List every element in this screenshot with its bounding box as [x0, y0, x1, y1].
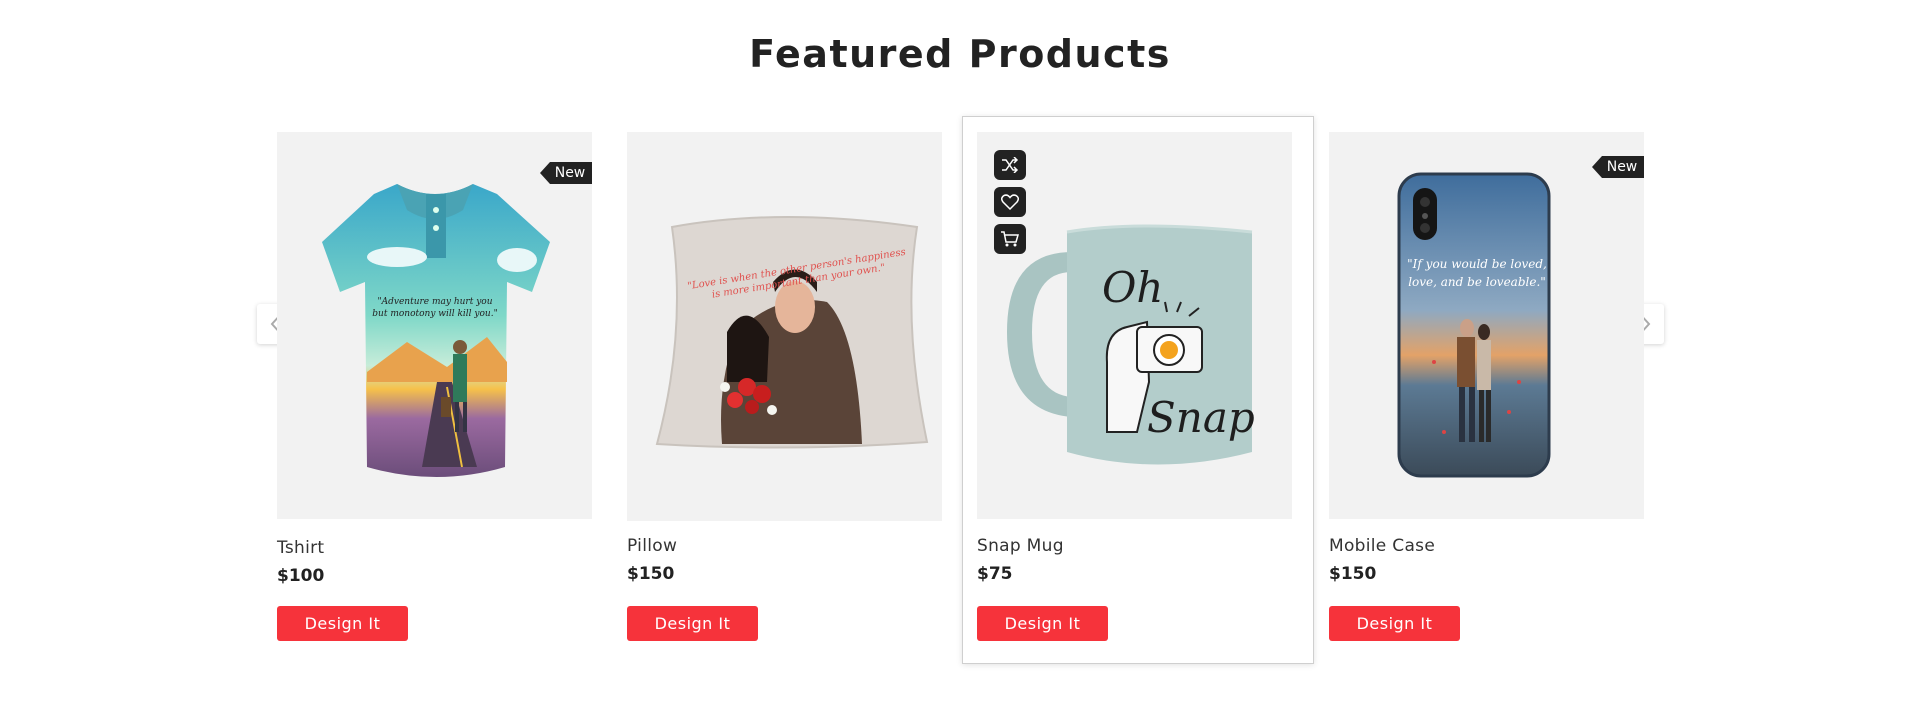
design-it-button[interactable]: Design It	[277, 606, 408, 641]
pillow-image: "Love is when the other person's happine…	[655, 216, 929, 449]
mobile-case-image: "If you would be loved, love, and be lov…	[1397, 172, 1551, 478]
product-image-tshirt[interactable]: "Adventure may hurt you but monotony wil…	[277, 132, 592, 519]
product-name[interactable]: Pillow	[627, 536, 677, 556]
product-card-tshirt[interactable]: "Adventure may hurt you but monotony wil…	[277, 132, 592, 642]
product-name[interactable]: Snap Mug	[977, 536, 1064, 556]
product-card-mobile-case[interactable]: "If you would be loved, love, and be lov…	[1329, 132, 1644, 642]
product-image-mobile-case[interactable]: "If you would be loved, love, and be lov…	[1329, 132, 1644, 519]
cart-icon	[1001, 231, 1019, 247]
quick-actions	[994, 150, 1026, 261]
product-price: $100	[277, 566, 325, 586]
heart-icon	[1001, 194, 1019, 210]
shuffle-icon	[1002, 157, 1019, 173]
product-name[interactable]: Mobile Case	[1329, 536, 1435, 556]
product-price: $150	[1329, 564, 1377, 584]
product-card-snap-mug[interactable]: Oh Snap Snap Mug $75 Design It	[977, 132, 1292, 642]
product-name[interactable]: Tshirt	[277, 538, 324, 558]
design-it-button[interactable]: Design It	[627, 606, 758, 641]
product-price: $150	[627, 564, 675, 584]
product-card-pillow[interactable]: "Love is when the other person's happine…	[627, 132, 942, 642]
section-title: Featured Products	[749, 32, 1171, 76]
case-quote-line-2: love, and be loveable."	[1408, 275, 1546, 289]
case-quote-line-1: "If you would be loved,	[1407, 257, 1547, 271]
new-badge: New	[540, 162, 592, 184]
tshirt-image: "Adventure may hurt you but monotony wil…	[322, 184, 550, 477]
mug-text-oh: Oh	[1102, 263, 1163, 312]
design-it-button[interactable]: Design It	[1329, 606, 1460, 641]
new-badge: New	[1592, 156, 1644, 178]
product-price: $75	[977, 564, 1013, 584]
wishlist-button[interactable]	[994, 187, 1026, 217]
compare-button[interactable]	[994, 150, 1026, 180]
tshirt-quote-line-2: but monotony will kill you."	[372, 309, 497, 319]
product-image-pillow[interactable]: "Love is when the other person's happine…	[627, 132, 942, 521]
add-to-cart-button[interactable]	[994, 224, 1026, 254]
mug-text-snap: Snap	[1147, 393, 1255, 442]
product-image-snap-mug[interactable]: Oh Snap	[977, 132, 1292, 519]
design-it-button[interactable]: Design It	[977, 606, 1108, 641]
tshirt-quote-line-1: "Adventure may hurt you	[377, 297, 492, 307]
